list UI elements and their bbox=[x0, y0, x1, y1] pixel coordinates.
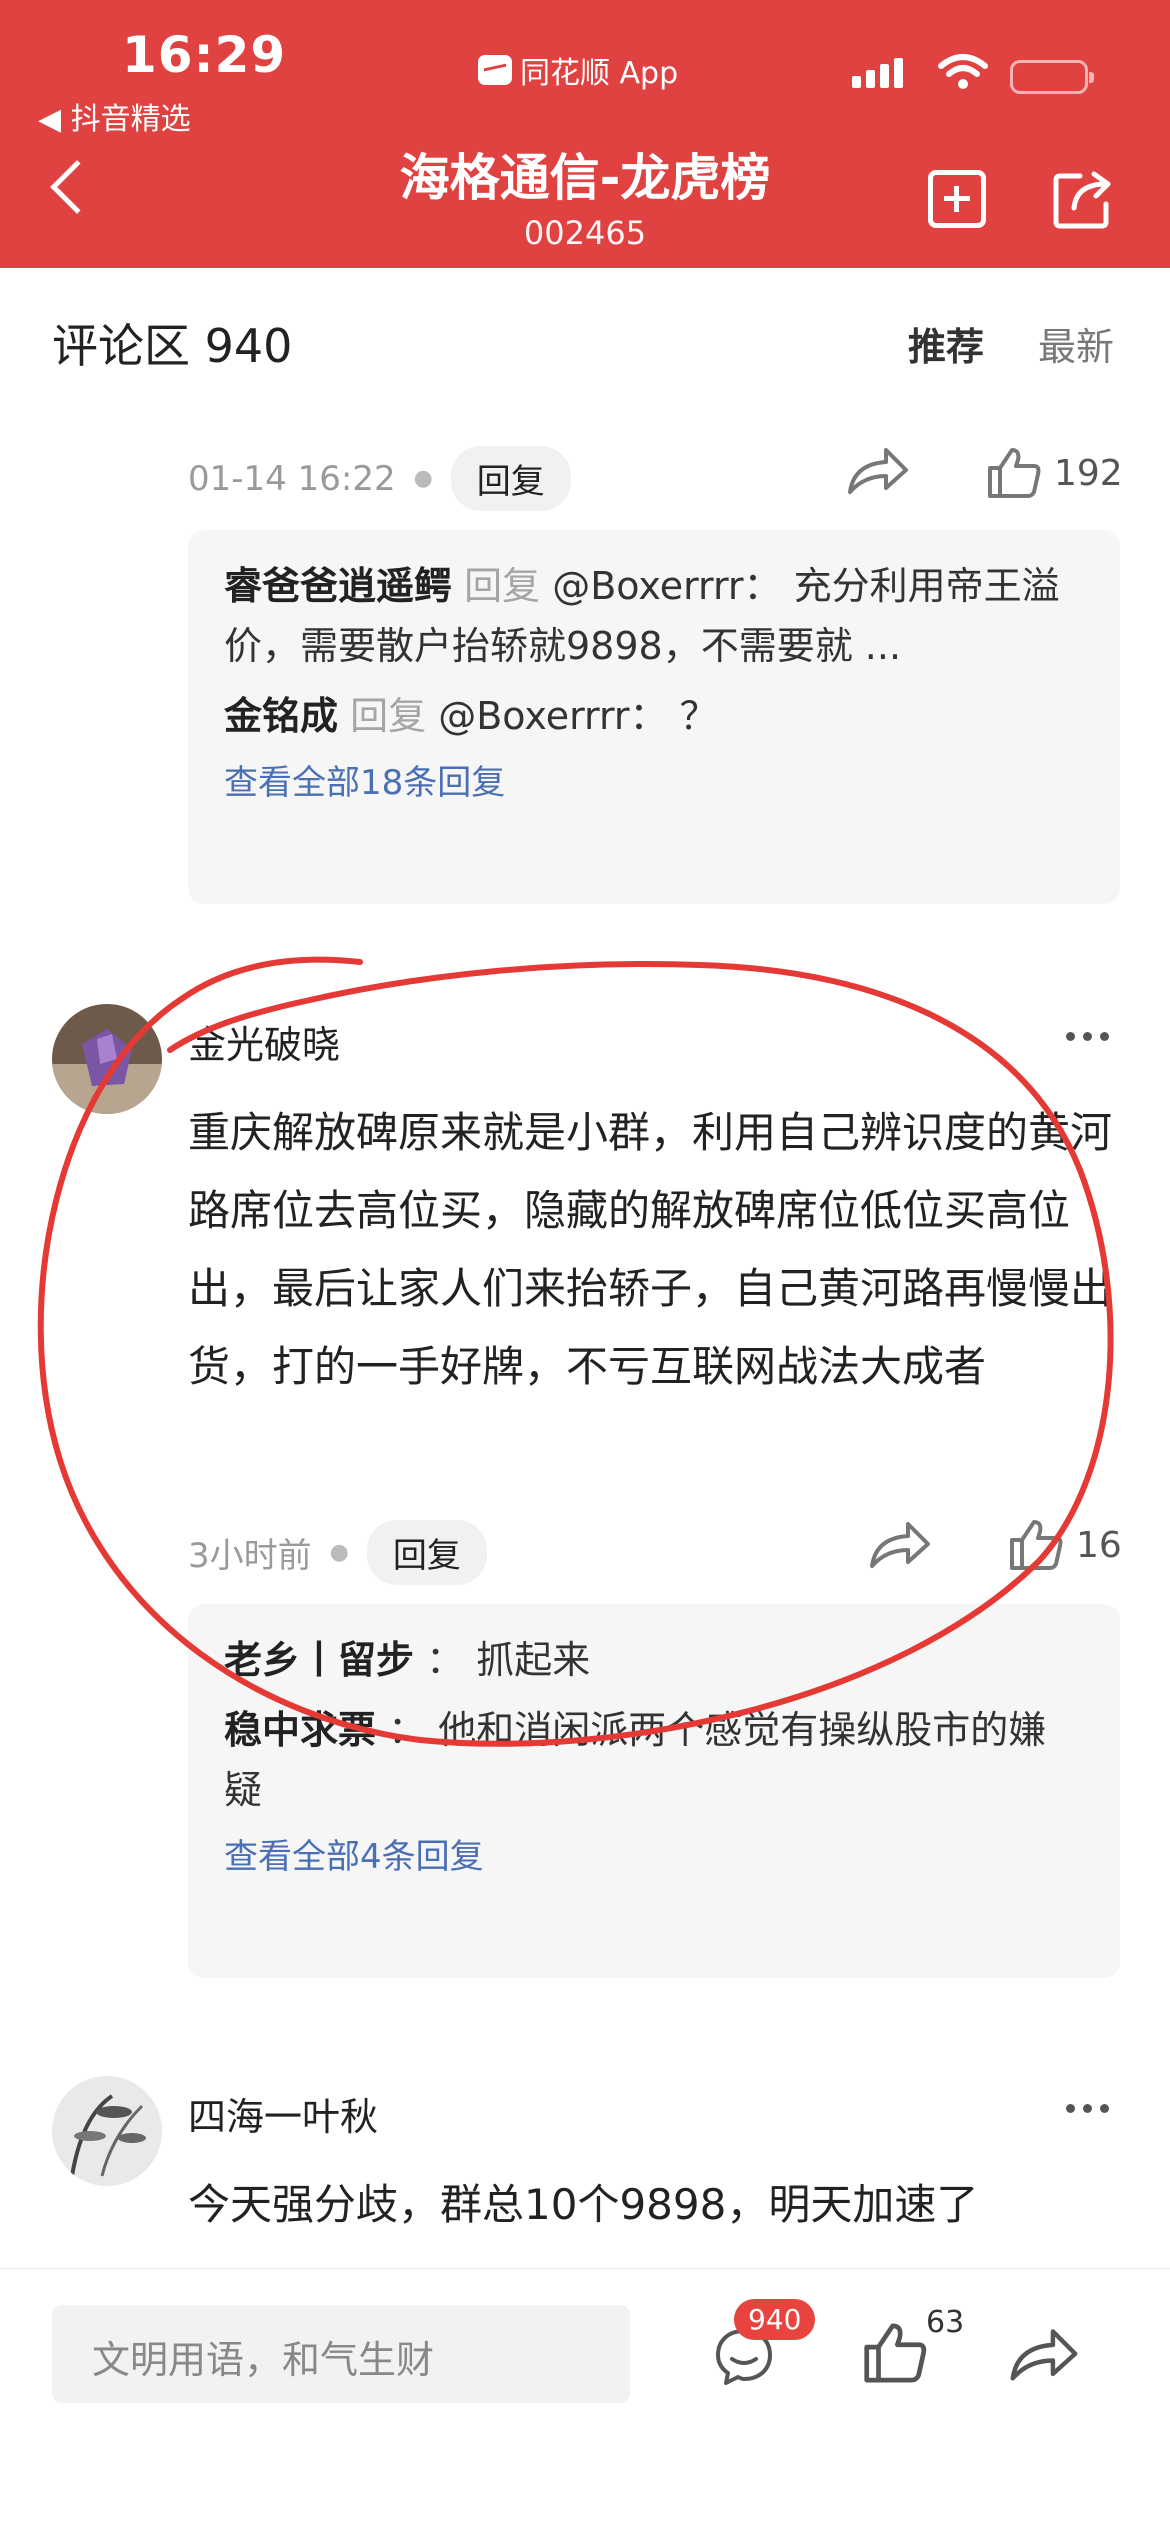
comment-author[interactable]: 金光破晓 bbox=[188, 1014, 340, 1069]
reply-thread: 老乡丨留步 ： 抓起来 稳中求票 ： 他和消闲派两个感觉有操纵股市的嫌疑 查看全… bbox=[188, 1604, 1120, 1978]
reply-text: @Boxerrrr： ？ bbox=[438, 694, 718, 738]
share-icon[interactable] bbox=[1052, 168, 1116, 230]
like-count: 16 bbox=[1076, 1524, 1122, 1566]
thumbs-up-icon bbox=[1010, 1520, 1063, 1570]
comment-author[interactable]: 四海一叶秋 bbox=[188, 2086, 378, 2141]
like-button[interactable]: 16 bbox=[1008, 1518, 1122, 1572]
reply-word: 回复 bbox=[464, 564, 541, 608]
reply-item: 稳中求票 ： 他和消闲派两个感觉有操纵股市的嫌疑 bbox=[224, 1700, 1084, 1820]
comment-meta: 3小时前 ● 回复 bbox=[188, 1520, 487, 1585]
app-logo-icon bbox=[478, 55, 512, 85]
comment-time: 01-14 16:22 bbox=[188, 458, 396, 499]
status-time: 16:29 bbox=[122, 26, 287, 84]
bottom-action-bar: 文明用语，和气生财 940 63 bbox=[0, 2268, 1170, 2532]
reply-item: 金铭成 回复 @Boxerrrr： ？ bbox=[224, 686, 1084, 746]
amethyst-avatar-image bbox=[52, 1004, 162, 1114]
ink-painting-avatar-image bbox=[52, 2076, 162, 2186]
sort-recommended-tab[interactable]: 推荐 bbox=[908, 316, 984, 371]
comment-input[interactable]: 文明用语，和气生财 bbox=[52, 2305, 630, 2403]
forward-icon[interactable] bbox=[868, 1520, 932, 1572]
reply-item: 老乡丨留步 ： 抓起来 bbox=[224, 1630, 1084, 1690]
comment-time: 3小时前 bbox=[188, 1536, 312, 1576]
cellular-signal-icon bbox=[852, 58, 903, 88]
forward-icon[interactable] bbox=[1008, 2327, 1080, 2385]
like-button[interactable]: 192 bbox=[986, 446, 1123, 500]
comments-title: 评论区 940 bbox=[52, 319, 293, 373]
separator-dot: ● bbox=[329, 1540, 349, 1565]
separator-dot: ● bbox=[413, 466, 433, 491]
like-count: 63 bbox=[926, 2305, 965, 2340]
more-options-icon[interactable] bbox=[1066, 1032, 1109, 1041]
thumbs-up-icon bbox=[988, 448, 1041, 498]
comment-meta: 01-14 16:22 ● 回复 bbox=[188, 446, 571, 511]
reply-thread: 睿爸爸逍遥鳄 回复 @Boxerrrr： 充分利用帝王溢价，需要散户抬轿就989… bbox=[188, 530, 1120, 904]
avatar[interactable] bbox=[52, 2076, 162, 2186]
reply-author[interactable]: 睿爸爸逍遥鳄 bbox=[224, 564, 452, 608]
reply-author[interactable]: 金铭成 bbox=[224, 694, 338, 738]
page-title: 海格通信-龙虎榜 bbox=[399, 149, 771, 207]
comment-count-badge: 940 bbox=[734, 2299, 816, 2340]
reply-author[interactable]: 老乡丨留步 bbox=[224, 1638, 414, 1682]
back-to-app-link[interactable]: ◀ 抖音精选 bbox=[38, 94, 191, 138]
thumbs-up-icon[interactable] bbox=[862, 2321, 928, 2385]
wifi-icon bbox=[938, 54, 988, 89]
reply-button[interactable]: 回复 bbox=[366, 1520, 487, 1585]
reply-button[interactable]: 回复 bbox=[450, 446, 571, 511]
reply-item: 睿爸爸逍遥鳄 回复 @Boxerrrr： 充分利用帝王溢价，需要散户抬轿就989… bbox=[224, 556, 1084, 676]
stock-code: 002465 bbox=[523, 214, 647, 252]
app-name-label: 同花顺 App bbox=[520, 56, 679, 91]
reply-author[interactable]: 稳中求票 bbox=[224, 1708, 376, 1752]
like-count: 192 bbox=[1054, 452, 1123, 494]
app-header: 16:29 ◀ 抖音精选 同花顺 App 海格通信-龙虎榜 002465 bbox=[0, 0, 1170, 268]
view-all-replies-link[interactable]: 查看全部18条回复 bbox=[224, 756, 1084, 810]
view-all-replies-link[interactable]: 查看全部4条回复 bbox=[224, 1830, 1084, 1884]
add-watchlist-button[interactable] bbox=[928, 170, 986, 228]
comment-body: 重庆解放碑原来就是小群，利用自己辨识度的黄河路席位去高位买，隐藏的解放碑席位低位… bbox=[188, 1108, 1113, 1391]
comment-body: 今天强分歧，群总10个9898，明天加速了 bbox=[188, 2180, 979, 2229]
more-options-icon[interactable] bbox=[1066, 2104, 1109, 2113]
forward-icon[interactable] bbox=[846, 446, 910, 498]
battery-icon bbox=[1010, 60, 1094, 94]
avatar[interactable] bbox=[52, 1004, 162, 1114]
reply-text: ： 抓起来 bbox=[426, 1638, 591, 1682]
sort-latest-tab[interactable]: 最新 bbox=[1038, 316, 1114, 371]
reply-word: 回复 bbox=[350, 694, 427, 738]
status-app-name: 同花顺 App bbox=[478, 48, 678, 92]
